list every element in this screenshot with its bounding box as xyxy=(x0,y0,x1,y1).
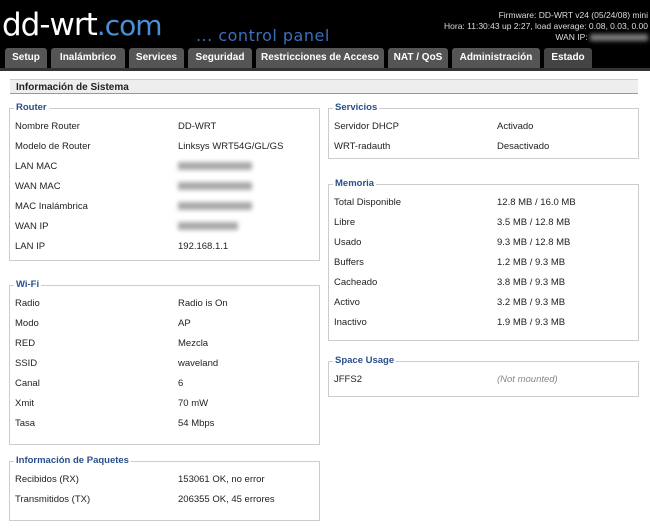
tab-nat-qos[interactable]: NAT / QoS xyxy=(388,48,448,68)
space-row: JFFS2 (Not mounted) xyxy=(334,374,558,385)
lan-mac-redacted xyxy=(178,162,252,171)
panel-title: ... control panel xyxy=(196,26,330,45)
services-row: Servidor DHCP Activado xyxy=(334,121,534,132)
router-row: Nombre Router DD-WRT xyxy=(15,121,217,132)
tab-restricciones[interactable]: Restricciones de Acceso xyxy=(256,48,384,68)
memory-row: Activo 3.2 MB / 9.3 MB xyxy=(334,297,566,308)
wifi-section: Wi-Fi Radio Radio is On Modo AP RED Mezcla … xyxy=(9,279,320,445)
memory-row: Total Disponible 12.8 MB / 16.0 MB xyxy=(334,197,576,208)
packets-row: Recibidos (RX) 153061 OK, no error xyxy=(15,474,265,485)
memory-row: Libre 3.5 MB / 12.8 MB xyxy=(334,217,571,228)
wan-ip-row: WAN IP: xyxy=(444,32,648,43)
packets-legend: Información de Paquetes xyxy=(14,455,131,466)
router-legend: Router xyxy=(14,102,49,113)
router-row: LAN IP 192.168.1.1 xyxy=(15,241,229,252)
router-row: LAN MAC xyxy=(10,157,319,177)
logo-main: dd-wrt xyxy=(2,7,98,43)
tab-seguridad[interactable]: Seguridad xyxy=(188,48,252,68)
tab-services[interactable]: Services xyxy=(129,48,184,68)
tab-setup[interactable]: Setup xyxy=(5,48,47,68)
memory-row: Inactivo 1.9 MB / 9.3 MB xyxy=(334,317,566,328)
space-section: Space Usage JFFS2 (Not mounted) xyxy=(328,355,639,397)
memory-row: Cacheado 3.8 MB / 9.3 MB xyxy=(334,277,566,288)
main-panel: Información de Sistema Router Nombre Rou… xyxy=(0,68,650,529)
time-text: Hora: 11:30:43 up 2:27, load average: 0.… xyxy=(444,21,648,31)
memory-legend: Memoria xyxy=(333,178,377,189)
wan-ip-value-redacted xyxy=(178,222,238,231)
router-section: Router Nombre Router DD-WRT Modelo de Rou… xyxy=(9,102,320,261)
services-legend: Servicios xyxy=(333,102,380,113)
router-row: Modelo de Router Linksys WRT54G/GL/GS xyxy=(15,141,284,152)
space-legend: Space Usage xyxy=(333,355,397,366)
memory-row: Buffers 1.2 MB / 9.3 MB xyxy=(334,257,566,268)
services-section: Servicios Servidor DHCP Activado WRT-rada… xyxy=(328,102,639,159)
tab-administracion[interactable]: Administración xyxy=(452,48,540,68)
wifi-row: Canal 6 xyxy=(15,378,184,389)
wan-ip-label: WAN IP: xyxy=(555,32,588,42)
router-row: WAN MAC xyxy=(10,177,319,197)
memory-section: Memoria Total Disponible 12.8 MB / 16.0 M… xyxy=(328,178,639,341)
header: dd-wrt.com ... control panel Firmware: D… xyxy=(0,0,650,45)
wifi-legend: Wi-Fi xyxy=(14,279,42,290)
wan-mac-redacted xyxy=(178,182,252,191)
logo: dd-wrt.com xyxy=(2,8,162,43)
wifi-row: Tasa 54 Mbps xyxy=(15,418,215,429)
wifi-row: Modo AP xyxy=(15,318,191,329)
services-row: WRT-radauth Desactivado xyxy=(334,141,550,152)
router-row: MAC Inalámbrica xyxy=(10,197,319,217)
firmware-text: Firmware: DD-WRT v24 (05/24/08) mini xyxy=(498,10,648,20)
wireless-mac-redacted xyxy=(178,202,252,211)
memory-row: Usado 9.3 MB / 12.8 MB xyxy=(334,237,571,248)
page-title: Información de Sistema xyxy=(10,79,638,94)
packets-section: Información de Paquetes Recibidos (RX) 15… xyxy=(9,455,320,521)
header-info: Firmware: DD-WRT v24 (05/24/08) mini Hor… xyxy=(444,10,648,43)
tab-estado[interactable]: Estado xyxy=(544,48,592,68)
wifi-row: Xmit 70 mW xyxy=(15,398,209,409)
tab-inalambrico[interactable]: Inalámbrico xyxy=(51,48,125,68)
wifi-row: SSID waveland xyxy=(15,358,219,369)
router-row: WAN IP xyxy=(10,217,319,237)
packets-row: Transmitidos (TX) 206355 OK, 45 errores xyxy=(15,494,275,505)
wifi-row: Radio Radio is On xyxy=(15,298,228,309)
wifi-row: RED Mezcla xyxy=(15,338,209,349)
wan-ip-redacted xyxy=(590,34,648,42)
logo-suffix: .com xyxy=(96,9,163,42)
nav-tabs: Setup Inalámbrico Services Seguridad Res… xyxy=(0,48,650,68)
